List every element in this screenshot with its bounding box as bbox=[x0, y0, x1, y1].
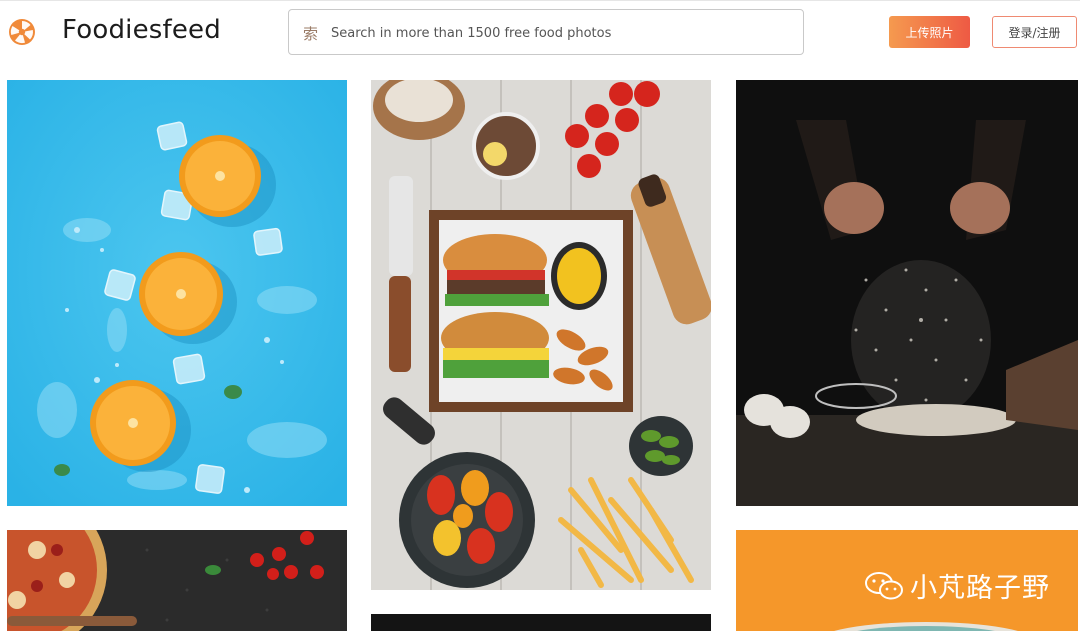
photo-dark-partial[interactable] bbox=[371, 614, 711, 631]
search-box[interactable]: 索 bbox=[288, 9, 804, 55]
watermark: 小芃路子野 bbox=[864, 566, 1050, 605]
search-icon: 索 bbox=[303, 26, 319, 43]
burger-image bbox=[371, 80, 711, 590]
pizza-image bbox=[7, 530, 347, 631]
photo-flour-dusting[interactable] bbox=[736, 80, 1078, 506]
wechat-icon bbox=[865, 571, 903, 599]
search-input[interactable] bbox=[331, 22, 791, 44]
photo-oranges-on-blue[interactable] bbox=[7, 80, 347, 506]
dark-image bbox=[371, 614, 711, 631]
photo-orange-bowl[interactable]: 小芃路子野 bbox=[736, 530, 1078, 631]
photo-burger-flatlay[interactable] bbox=[371, 80, 711, 590]
photo-pizza-dark[interactable] bbox=[7, 530, 347, 631]
upload-photo-button[interactable]: 上传照片 bbox=[889, 16, 970, 48]
top-bar: Foodiesfeed 索 上传照片 登录/注册 bbox=[0, 0, 1080, 64]
logo-icon[interactable] bbox=[8, 18, 36, 46]
login-register-button[interactable]: 登录/注册 bbox=[992, 16, 1077, 48]
flour-image bbox=[736, 80, 1078, 506]
brand-name[interactable]: Foodiesfeed bbox=[62, 15, 221, 45]
oranges-image bbox=[7, 80, 347, 506]
watermark-text: 小芃路子野 bbox=[910, 573, 1050, 604]
